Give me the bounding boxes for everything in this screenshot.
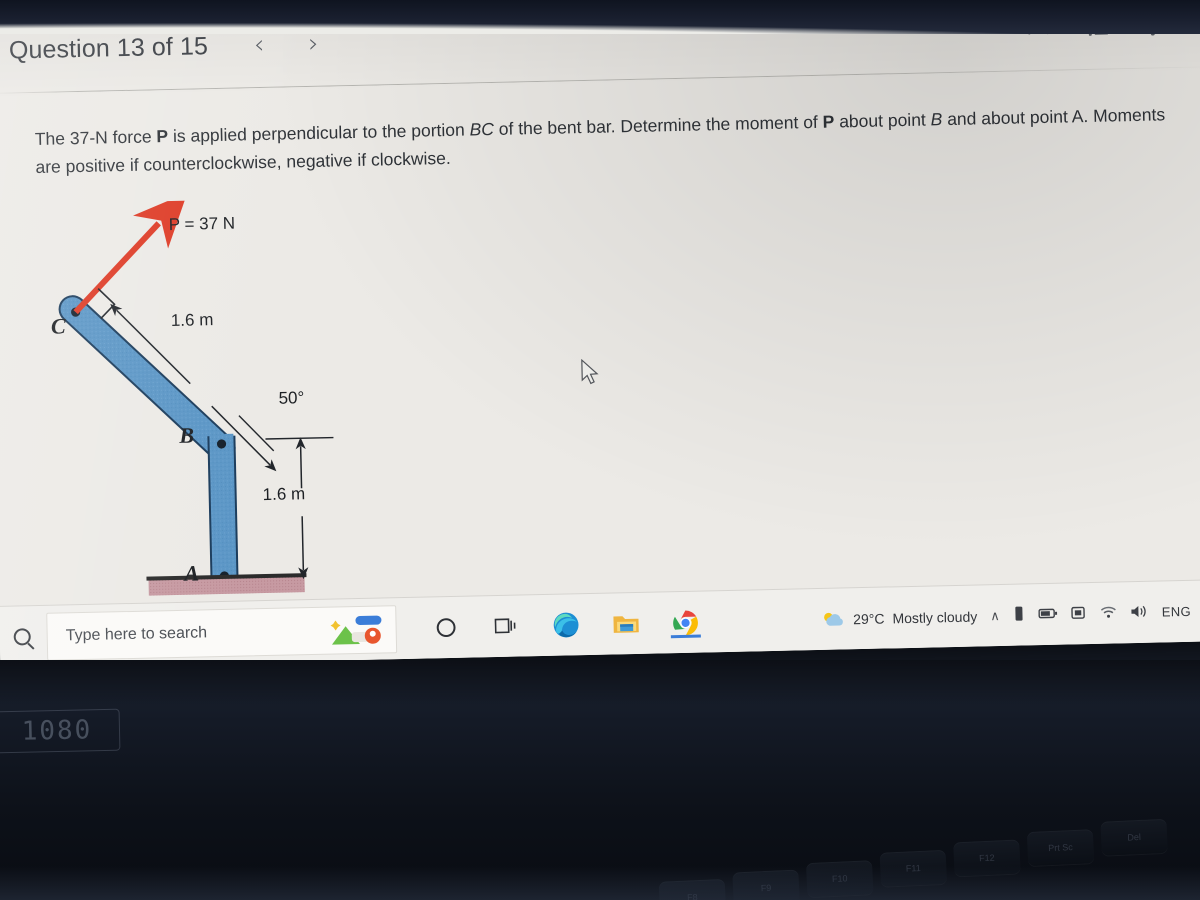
dimension-line-lower-down xyxy=(298,515,309,579)
chrome-active-indicator xyxy=(670,634,701,638)
question-statement: The 37-N force P is applied perpendicula… xyxy=(35,100,1178,182)
force-label-P: P = 37 N xyxy=(168,213,236,234)
key-delete: Del xyxy=(1100,818,1168,856)
laptop-top-bezel xyxy=(0,0,1200,34)
show-hidden-icons-chevron[interactable]: ∧ xyxy=(990,608,1000,624)
mouse-cursor xyxy=(581,358,599,385)
volume-icon[interactable] xyxy=(1131,603,1149,621)
hinge-shadow xyxy=(0,660,1200,706)
key-print-screen: Prt Sc xyxy=(1026,829,1095,867)
previous-question-button[interactable]: ‹ xyxy=(254,30,265,60)
dimension-line-lower-up xyxy=(295,436,306,488)
file-explorer-icon[interactable] xyxy=(610,608,641,639)
q-text-1: The 37-N force xyxy=(34,126,157,149)
wifi-icon[interactable] xyxy=(1100,604,1118,621)
point-label-C: C xyxy=(50,313,66,339)
q-text-5: and about point xyxy=(942,106,1069,130)
q-text-4: about point xyxy=(834,109,931,132)
search-placeholder-text: Type here to search xyxy=(65,623,208,644)
q-symbol-P-2: P xyxy=(822,111,835,132)
force-vector-P xyxy=(73,195,188,314)
next-question-button[interactable]: › xyxy=(308,29,319,59)
angle-label: 50° xyxy=(278,387,305,408)
weather-description: Mostly cloudy xyxy=(892,608,978,626)
point-label-A: A xyxy=(184,560,200,586)
task-view-icon[interactable] xyxy=(490,611,521,642)
cortana-circle-icon[interactable] xyxy=(430,612,461,643)
system-tray: 29°C Mostly cloudy ∧ ENG xyxy=(821,595,1200,634)
language-indicator[interactable]: ENG xyxy=(1162,604,1192,620)
bent-bar-shape xyxy=(58,294,239,578)
dimension-label-lower: 1.6 m xyxy=(262,483,306,504)
q-symbol-P-1: P xyxy=(156,126,169,147)
desk-surface xyxy=(0,866,1200,900)
weather-temperature: 29°C xyxy=(853,610,885,627)
onedrive-icon[interactable] xyxy=(1013,605,1026,624)
dimension-label-upper: 1.6 m xyxy=(170,309,214,330)
right-angle-marker xyxy=(97,287,116,319)
microsoft-edge-icon[interactable] xyxy=(550,610,581,641)
point-label-B: B xyxy=(179,422,195,448)
battery-icon[interactable] xyxy=(1038,606,1058,622)
q-text-6: A xyxy=(1071,106,1084,127)
page-title: Question 13 of 15 xyxy=(8,31,209,65)
partly-cloudy-icon xyxy=(823,612,843,626)
search-illustration-icon xyxy=(329,613,384,646)
laptop-body: 1080 F8 F9 F10 F11 F12 Prt Sc Del xyxy=(0,660,1200,900)
figure-svg xyxy=(58,195,334,596)
question-body: The 37-N force P is applied perpendicula… xyxy=(0,67,1200,668)
laptop-photo: Question 13 of 15 ‹ › - / 5 xyxy=(0,0,1200,900)
taskbar-app-icons xyxy=(430,607,701,643)
q-symbol-BC: BC xyxy=(469,118,495,140)
question-navigation: ‹ › xyxy=(254,29,319,60)
ground-support xyxy=(146,572,307,596)
mechanics-figure: P = 37 N C B A 1.6 m 50° 1.6 m xyxy=(36,195,425,603)
search-icon[interactable] xyxy=(13,628,31,646)
search-input[interactable]: Type here to search xyxy=(46,604,398,661)
laptop-sticker: 1080 xyxy=(0,708,121,754)
weather-widget[interactable]: 29°C Mostly cloudy xyxy=(821,606,977,629)
q-text-3: of the bent bar. Determine the moment of xyxy=(493,111,823,139)
angle-baseline xyxy=(265,436,334,440)
q-symbol-B: B xyxy=(930,109,943,130)
angle-leader-line xyxy=(238,414,275,452)
google-chrome-icon[interactable] xyxy=(670,607,701,638)
q-text-2: is applied perpendicular to the portion xyxy=(167,119,470,147)
power-plug-icon[interactable] xyxy=(1071,605,1087,623)
laptop-screen: Question 13 of 15 ‹ › - / 5 xyxy=(0,0,1200,668)
